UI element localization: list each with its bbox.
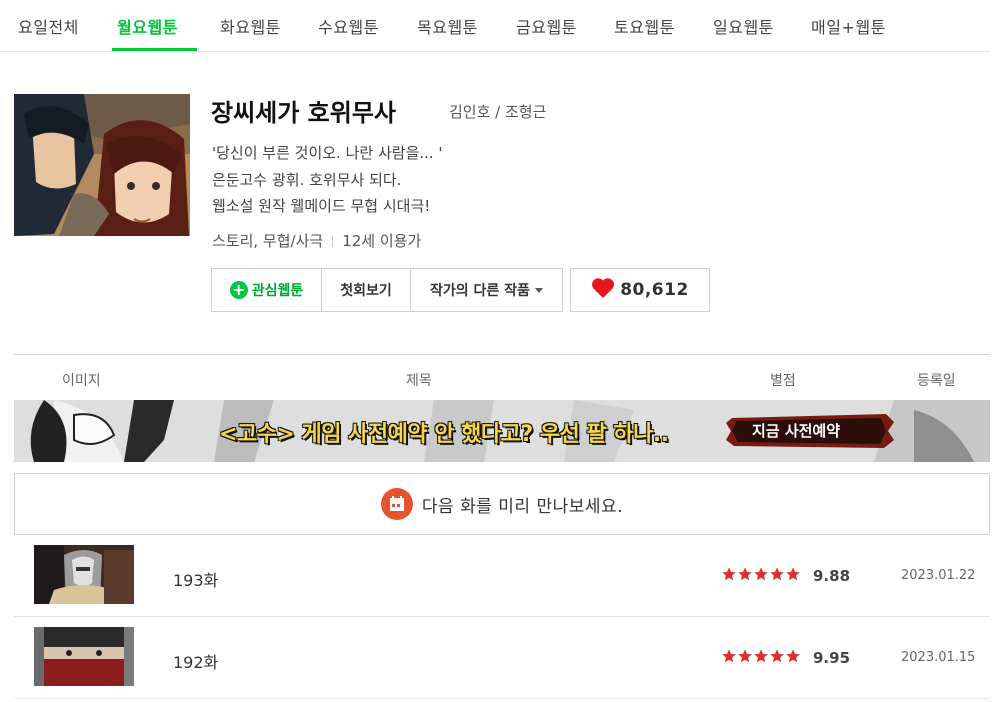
column-image: 이미지 <box>62 373 101 389</box>
weekday-tabs: 요일전체 월요웹툰 화요웹툰 수요웹툰 목요웹툰 금요웹툰 토요웹툰 일요웹툰 … <box>0 0 990 52</box>
webtoon-cover-image[interactable] <box>14 94 190 236</box>
tab-all-days[interactable]: 요일전체 <box>18 14 79 38</box>
star-icon <box>722 649 736 663</box>
action-button-group: + 관심웹툰 첫회보기 작가의 다른 작품 <box>211 268 563 312</box>
ad-cta-label[interactable]: 지금 사전예약 <box>752 420 840 441</box>
star-icon <box>770 649 784 663</box>
webtoon-title: 장씨세가 호위무사 <box>211 99 396 127</box>
episode-row[interactable]: 192화 9.95 2023.01.15 <box>14 617 990 699</box>
tab-monday[interactable]: 월요웹툰 <box>117 14 178 38</box>
favorite-button[interactable]: + 관심웹툰 <box>212 269 322 311</box>
genre-info: 스토리, 무협/사극 12세 이용가 <box>212 230 421 251</box>
synopsis-line-3: 웹소설 원작 웰메이드 무협 시대극! <box>212 197 431 215</box>
favorite-label: 관심웹툰 <box>251 283 304 299</box>
tab-daily-plus[interactable]: 매일+웹툰 <box>811 14 886 38</box>
episode-title[interactable]: 193화 <box>173 567 218 591</box>
episode-rating: 9.88 <box>813 567 851 585</box>
ad-banner[interactable]: <고수> 게임 사전예약 안 했다고? 우선 팔 하나.. 지금 사전예약 <box>14 400 990 462</box>
preview-next-episode-button[interactable]: 다음 화를 미리 만나보세요. <box>14 473 990 535</box>
column-title: 제목 <box>406 373 432 389</box>
star-icon <box>786 567 800 581</box>
tab-friday[interactable]: 금요웹툰 <box>516 14 577 38</box>
episode-date: 2023.01.15 <box>901 650 976 665</box>
plus-icon: + <box>229 281 248 299</box>
first-episode-label: 첫회보기 <box>340 283 392 299</box>
star-icon <box>722 567 736 581</box>
calendar-icon <box>380 488 413 520</box>
other-works-dropdown[interactable]: 작가의 다른 작품 <box>411 269 562 311</box>
tab-tuesday[interactable]: 화요웹툰 <box>220 14 281 38</box>
like-button[interactable]: 80,612 <box>570 268 710 312</box>
column-rating: 별점 <box>770 373 796 389</box>
webtoon-author[interactable]: 김인호 / 조형근 <box>449 101 546 122</box>
episode-row[interactable]: 193화 9.88 2023.01.22 <box>14 535 990 617</box>
first-episode-button[interactable]: 첫회보기 <box>322 269 411 311</box>
heart-icon <box>591 277 615 303</box>
like-count: 80,612 <box>620 280 689 300</box>
rating-stars <box>721 566 801 582</box>
chevron-down-icon <box>534 287 543 293</box>
star-icon <box>754 649 768 663</box>
episode-date: 2023.01.22 <box>901 568 976 583</box>
age-rating: 12세 이용가 <box>342 232 422 250</box>
tab-wednesday[interactable]: 수요웹툰 <box>318 14 379 38</box>
episode-table-header: 이미지 제목 별점 등록일 <box>14 354 990 394</box>
episode-thumbnail[interactable] <box>34 627 134 686</box>
tab-saturday[interactable]: 토요웹툰 <box>614 14 675 38</box>
episode-thumbnail[interactable] <box>34 545 134 604</box>
episode-title[interactable]: 192화 <box>173 649 218 673</box>
preview-text: 다음 화를 미리 만나보세요. <box>421 496 624 517</box>
tab-sunday[interactable]: 일요웹툰 <box>713 14 774 38</box>
genre-text: 스토리, 무협/사극 <box>212 232 324 250</box>
star-icon <box>754 567 768 581</box>
divider <box>332 236 334 247</box>
ad-banner-text: <고수> 게임 사전예약 안 했다고? 우선 팔 하나.. <box>219 422 669 447</box>
active-tab-indicator <box>112 48 197 51</box>
rating-stars <box>721 648 801 664</box>
star-icon <box>738 567 752 581</box>
synopsis-line-2: 은둔고수 광휘. 호위무사 되다. <box>212 171 402 189</box>
episode-rating: 9.95 <box>813 649 851 667</box>
star-icon <box>738 649 752 663</box>
synopsis-line-1: '당신이 부른 것이오. 나란 사람을... ' <box>212 144 443 162</box>
other-works-label: 작가의 다른 작품 <box>430 283 530 299</box>
tab-thursday[interactable]: 목요웹툰 <box>417 14 478 38</box>
star-icon <box>770 567 784 581</box>
star-icon <box>786 649 800 663</box>
column-date: 등록일 <box>917 373 956 389</box>
